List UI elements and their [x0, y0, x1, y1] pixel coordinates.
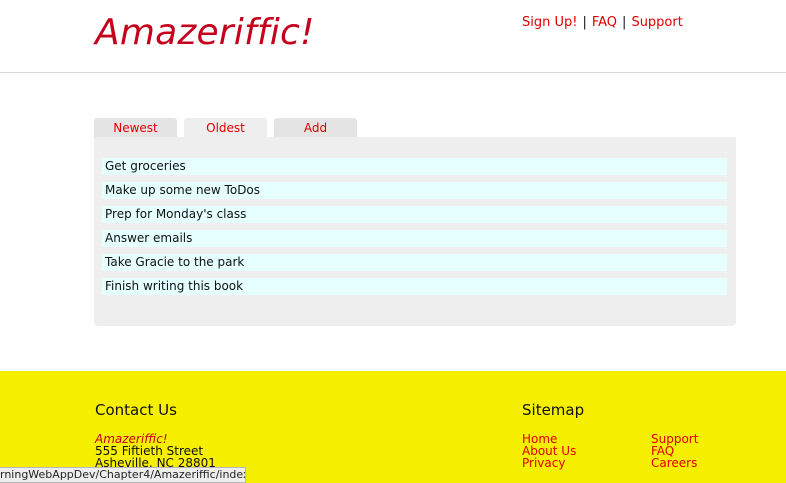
nav-separator: | [582, 15, 587, 30]
tab-add[interactable]: Add [274, 118, 357, 138]
list-item: Finish writing this book [102, 278, 727, 295]
contact-section: Contact Us Amazeriffic! 555 Fiftieth Str… [95, 401, 395, 469]
list-item: Take Gracie to the park [102, 254, 727, 271]
sitemap-careers-link[interactable]: Careers [651, 457, 698, 469]
contact-heading: Contact Us [95, 401, 177, 419]
nav-separator: | [622, 15, 627, 30]
sitemap-heading: Sitemap [522, 401, 585, 419]
list-item: Prep for Monday's class [102, 206, 727, 223]
sitemap-privacy-link[interactable]: Privacy [522, 457, 576, 469]
tab-newest[interactable]: Newest [94, 118, 177, 138]
sitemap-col-2: Support FAQ Careers [651, 433, 698, 469]
faq-link[interactable]: FAQ [592, 15, 617, 30]
signup-link[interactable]: Sign Up! [522, 15, 577, 30]
list-item: Answer emails [102, 230, 727, 247]
list-item: Make up some new ToDos [102, 182, 727, 199]
todo-list: Get groceries Make up some new ToDos Pre… [102, 158, 727, 302]
list-item: Get groceries [102, 158, 727, 175]
tab-oldest[interactable]: Oldest [184, 118, 267, 138]
todo-panel: Get groceries Make up some new ToDos Pre… [94, 137, 736, 326]
top-nav: Sign Up! | FAQ | Support [522, 15, 683, 30]
sitemap-col-1: Home About Us Privacy [522, 433, 576, 469]
header: Amazeriffic! Sign Up! | FAQ | Support [0, 0, 786, 73]
status-bar-url: rningWebAppDev/Chapter4/Amazeriffic/inde… [0, 467, 246, 483]
sitemap-section: Sitemap Home About Us Privacy Support FA… [522, 401, 782, 469]
logo[interactable]: Amazeriffic! [95, 12, 315, 53]
support-link[interactable]: Support [631, 15, 682, 30]
